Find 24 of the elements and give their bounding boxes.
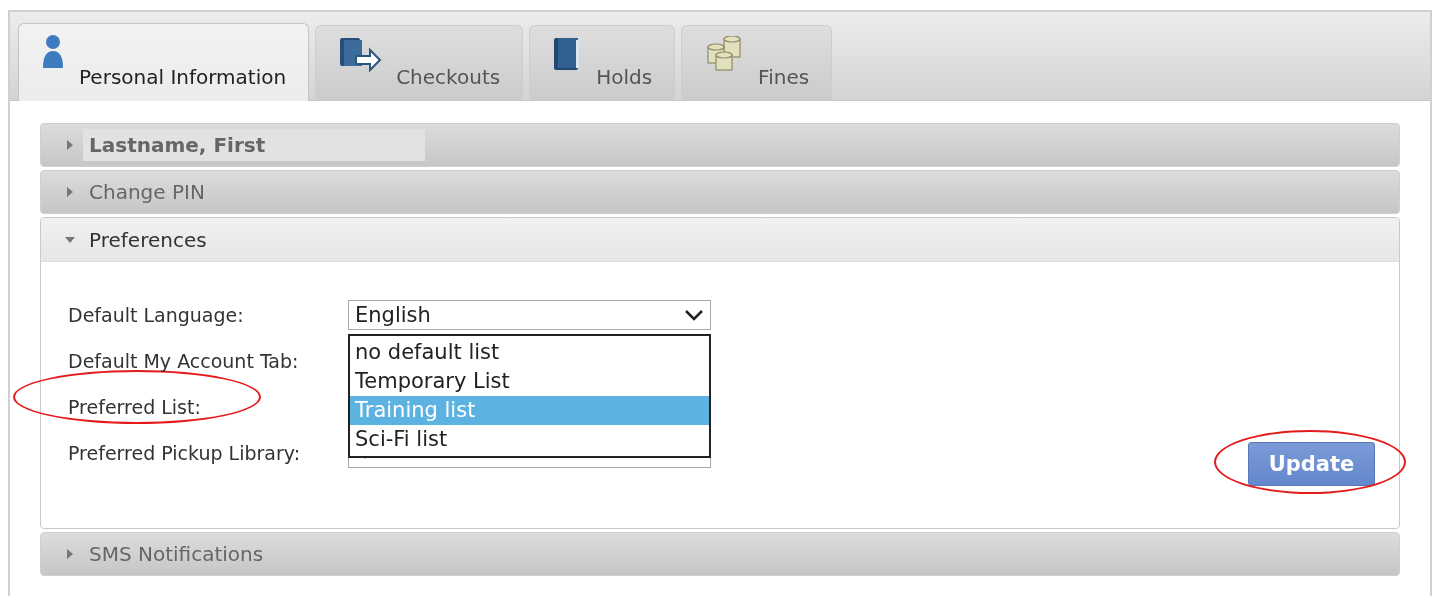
caret-right-icon (65, 187, 75, 197)
field-label: Default My Account Tab: (68, 350, 300, 372)
tab[interactable]: Personal Information (18, 23, 310, 101)
tab[interactable]: Checkouts (315, 25, 524, 101)
field-label: Preferred Pickup Library: (68, 442, 302, 464)
accordion-header[interactable]: Lastname, First (40, 123, 1400, 167)
accordion-header[interactable]: Change PIN (40, 170, 1400, 214)
dropdown-option[interactable]: Sci-Fi list (350, 425, 709, 454)
select-field[interactable]: English (348, 300, 711, 330)
person-icon (41, 34, 65, 70)
field-label: Preferred List: (68, 396, 202, 418)
field-label: Default Language: (68, 304, 245, 326)
tab[interactable]: Fines (681, 25, 833, 101)
caret-right-icon (65, 549, 75, 559)
tab[interactable]: Holds (529, 25, 676, 101)
dropdown-option[interactable]: no default list (350, 338, 709, 367)
caret-right-icon (65, 140, 75, 150)
book-arrow-icon (338, 36, 383, 74)
accordion-header[interactable]: Preferences (41, 218, 1399, 262)
dropdown-option[interactable]: Temporary List (350, 367, 709, 396)
caret-down-icon (65, 234, 75, 245)
accordion-header[interactable]: SMS Notifications (40, 532, 1400, 576)
update-button[interactable]: Update (1248, 442, 1375, 486)
chevron-down-icon (684, 309, 704, 321)
